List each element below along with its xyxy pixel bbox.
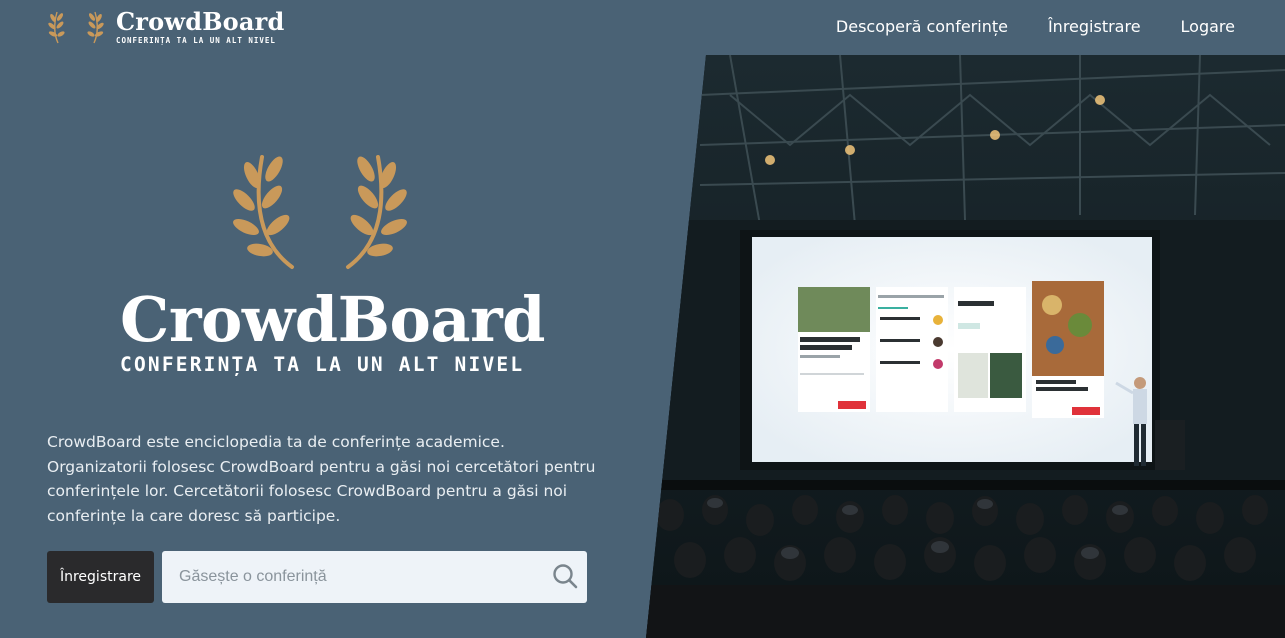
brand-logo[interactable]: CrowdBoard CONFERINȚA TA LA UN ALT NIVEL: [48, 8, 284, 46]
nav-discover-conferences[interactable]: Descoperă conferințe: [836, 17, 1008, 36]
hero-description: CrowdBoard este enciclopedia ta de confe…: [47, 433, 596, 525]
brand-name: CrowdBoard: [116, 7, 285, 36]
hero-tagline: CONFERINȚA TA LA UN ALT NIVEL: [120, 353, 525, 376]
conference-stage-illustration: [646, 55, 1285, 638]
search-icon[interactable]: [552, 563, 578, 589]
navbar: CrowdBoard CONFERINȚA TA LA UN ALT NIVEL…: [0, 0, 1285, 55]
hero-logo: CrowdBoard CONFERINȚA TA LA UN ALT NIVEL: [120, 155, 546, 376]
screen-card-3: [954, 287, 1026, 412]
podium: [1155, 420, 1185, 470]
cta-row: Înregistrare: [47, 551, 587, 603]
screen-card-2: [876, 287, 948, 412]
search-box: [162, 551, 587, 603]
brand-text: CrowdBoard CONFERINȚA TA LA UN ALT NIVEL: [116, 7, 285, 46]
hero-conference-photo: [646, 55, 1285, 638]
laurel-wreath-icon: [233, 155, 407, 269]
hero-brand-name: CrowdBoard: [120, 283, 546, 356]
nav-login[interactable]: Logare: [1181, 17, 1235, 36]
search-input[interactable]: [162, 551, 587, 603]
screen-card-4: [1032, 281, 1104, 418]
nav-links: Descoperă conferințe Înregistrare Logare: [836, 17, 1235, 36]
laurel-icon: [48, 11, 104, 44]
nav-register[interactable]: Înregistrare: [1048, 17, 1141, 36]
brand-tagline: CONFERINȚA TA LA UN ALT NIVEL: [116, 36, 276, 45]
register-button[interactable]: Înregistrare: [47, 551, 154, 603]
screen-card-1: [798, 287, 870, 412]
